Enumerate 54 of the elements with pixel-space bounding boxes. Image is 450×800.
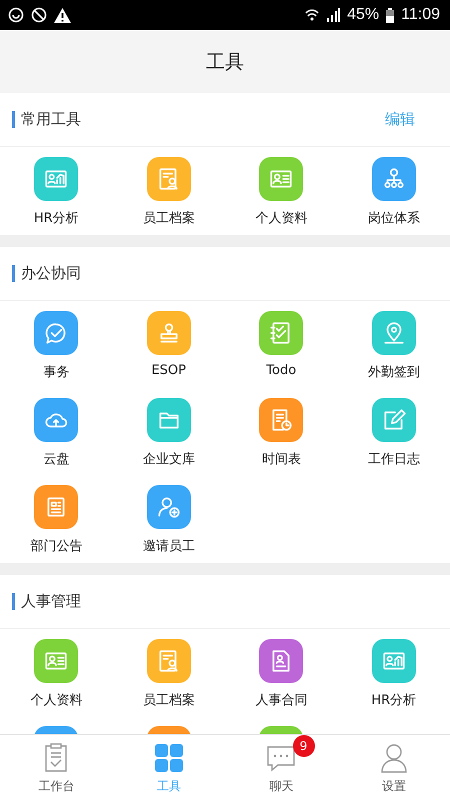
tool-tile[interactable] <box>259 639 304 683</box>
tool-label: 人事合同 <box>255 692 308 709</box>
tool-label: 云盘 <box>43 451 70 468</box>
tool-tile[interactable] <box>146 485 191 529</box>
section-title: 常用工具 <box>12 111 81 128</box>
tool-label: 邀请员工 <box>142 538 195 555</box>
tool-label: 员工档案 <box>142 210 195 227</box>
section-title: 办公协同 <box>12 265 81 282</box>
tool-label: 外勤签到 <box>368 364 420 381</box>
tool-label: HR分析 <box>371 692 416 709</box>
tool-tile[interactable] <box>259 157 304 201</box>
tool-label: Todo <box>266 363 296 378</box>
tool-label: 企业文库 <box>142 451 195 468</box>
tool-tile[interactable] <box>146 639 191 683</box>
tool-tile[interactable] <box>259 398 304 442</box>
page-title: 工具 <box>206 50 244 74</box>
tool-label: 部门公告 <box>30 538 82 555</box>
tool-label: 工作日志 <box>368 451 420 468</box>
tool-tile[interactable] <box>34 157 78 201</box>
tool-label: 时间表 <box>262 451 301 468</box>
nav-tab[interactable]: 聊天 9 <box>225 735 338 800</box>
tool-tile[interactable] <box>34 485 78 529</box>
tool-tile[interactable] <box>146 398 191 442</box>
clock-time: 11:09 <box>401 6 440 24</box>
warning-icon <box>54 8 71 22</box>
tool-tile[interactable] <box>34 311 78 355</box>
tool-tile[interactable] <box>146 311 191 355</box>
tool-tile[interactable] <box>34 398 78 442</box>
tool-label: ESOP <box>151 363 186 378</box>
person-icon <box>380 743 408 773</box>
tool-tile[interactable] <box>372 639 416 683</box>
tool-tile[interactable] <box>372 398 416 442</box>
tool-label: HR分析 <box>34 210 79 227</box>
tool-tile[interactable] <box>146 157 191 201</box>
wifi-icon <box>305 8 320 22</box>
grid-icon <box>154 743 184 773</box>
tool-label: 岗位体系 <box>368 210 420 227</box>
battery-percent: 45% <box>347 6 380 24</box>
tool-tile[interactable] <box>372 157 416 201</box>
nav-tab[interactable]: 工作台 <box>0 735 112 800</box>
clipboard-icon <box>43 743 70 773</box>
nav-tab[interactable]: 设置 <box>338 735 450 800</box>
battery-icon <box>386 8 394 22</box>
tool-label: 事务 <box>43 364 70 381</box>
unread-badge: 9 <box>292 735 314 757</box>
tool-tile[interactable] <box>34 639 78 683</box>
tool-label: 个人资料 <box>255 210 308 227</box>
tool-tile[interactable] <box>372 311 416 355</box>
tool-label: 员工档案 <box>142 692 195 709</box>
tool-tile[interactable] <box>259 311 304 355</box>
signal-icon <box>326 8 340 22</box>
blocked-icon <box>31 7 47 23</box>
section-title: 人事管理 <box>12 593 81 610</box>
tool-label: 个人资料 <box>30 692 82 709</box>
